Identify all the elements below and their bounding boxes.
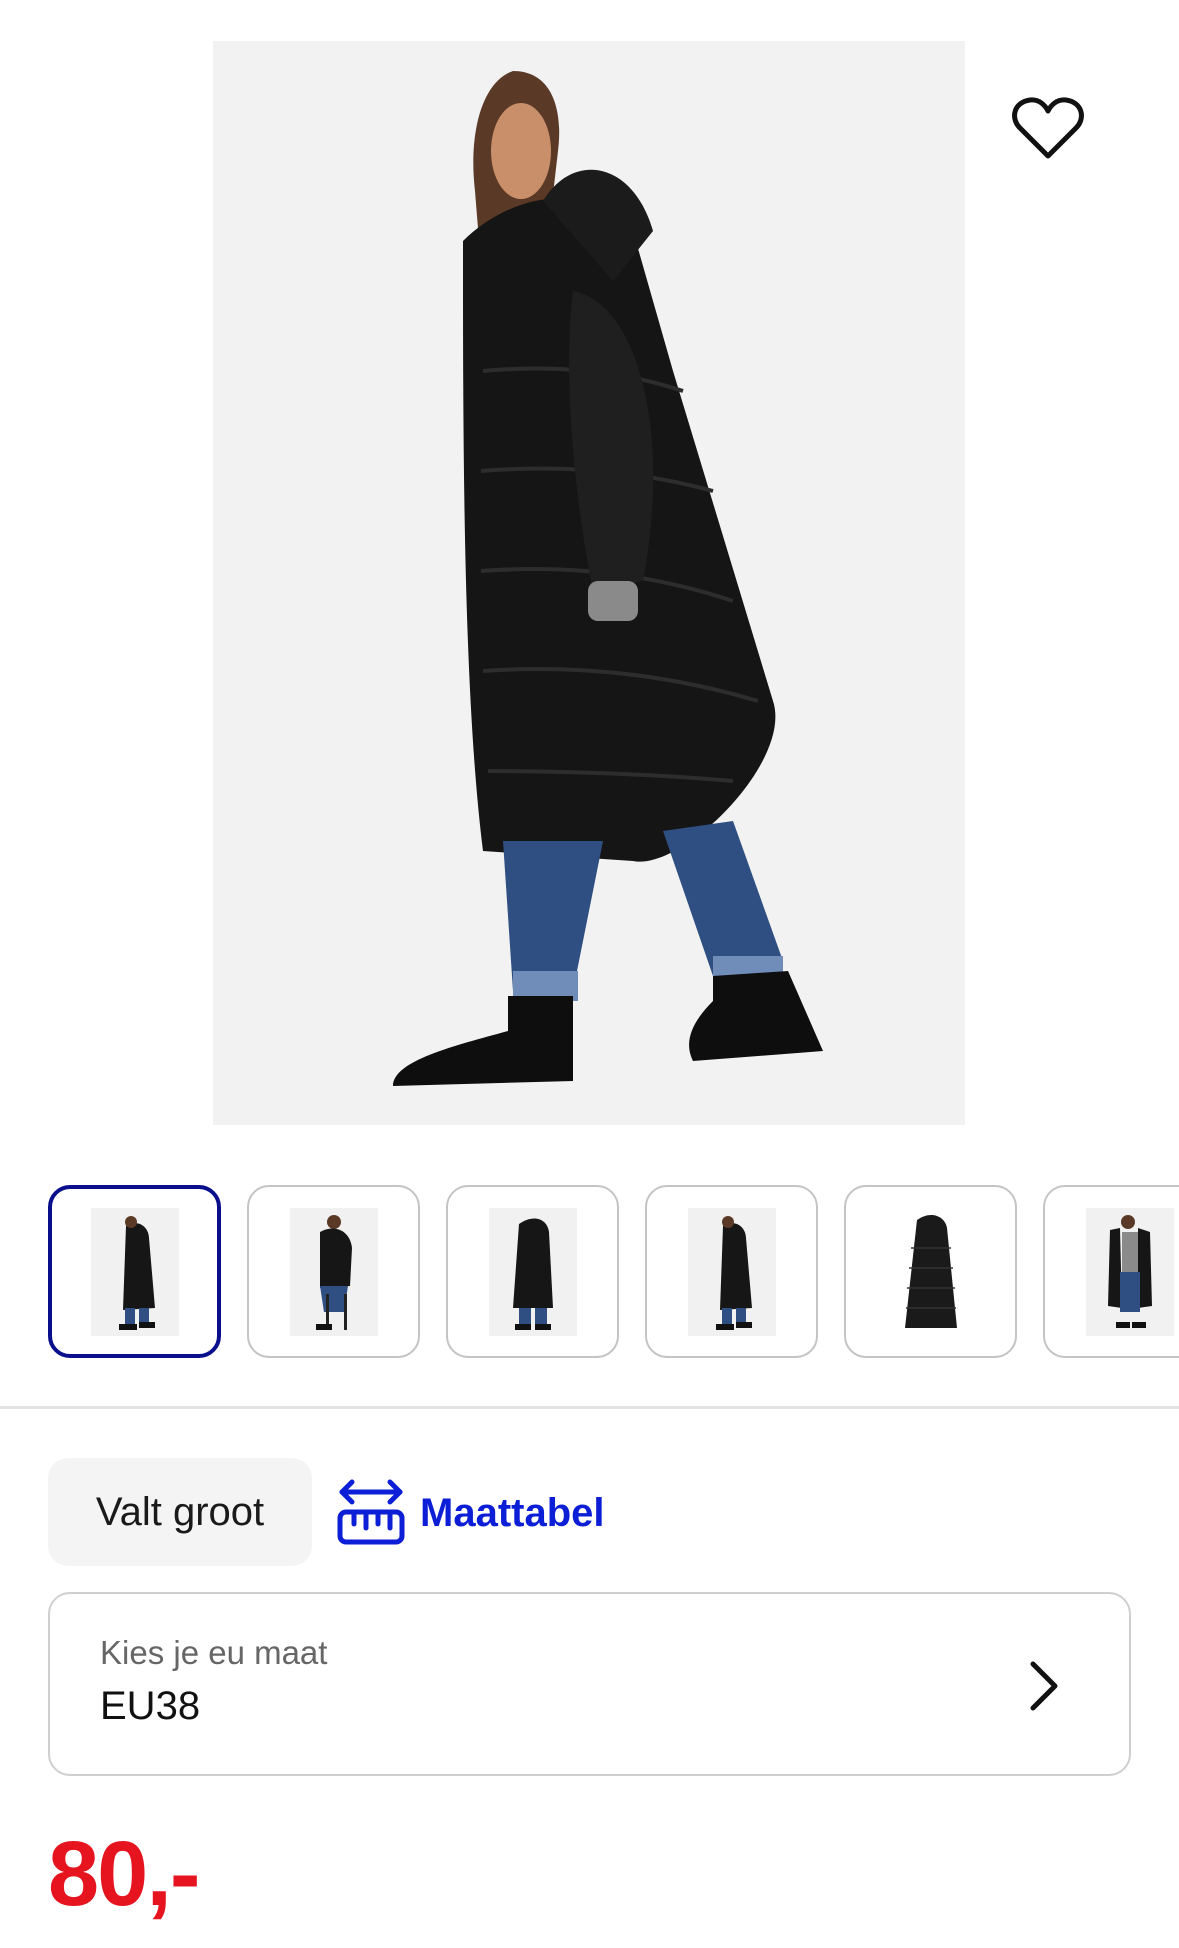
thumbnail-image — [1085, 1207, 1174, 1336]
thumbnail-2[interactable] — [247, 1185, 420, 1358]
product-page: Valt groot Maattabel Kies je eu maat EU3… — [0, 0, 1179, 1948]
heart-icon — [1012, 97, 1084, 159]
thumbnail-image — [289, 1207, 378, 1336]
product-price: 80,- — [48, 1823, 201, 1925]
size-selector-value: EU38 — [100, 1684, 201, 1728]
thumbnail-image — [488, 1207, 577, 1336]
thumbnail-4[interactable] — [645, 1185, 818, 1358]
favorite-heart-button[interactable] — [1008, 88, 1088, 168]
size-chart-label: Maattabel — [420, 1490, 605, 1535]
size-selector-caption: Kies je eu maat — [100, 1634, 328, 1671]
thumbnail-image — [687, 1207, 776, 1336]
thumbnail-5[interactable] — [844, 1185, 1017, 1358]
thumbnail-image — [90, 1207, 179, 1336]
chevron-right-icon — [1030, 1661, 1058, 1711]
fit-indicator-chip: Valt groot — [48, 1458, 312, 1566]
thumbnail-strip — [48, 1185, 1179, 1360]
ruler-icon — [337, 1479, 405, 1545]
thumbnail-6[interactable] — [1043, 1185, 1179, 1358]
coat-model-illustration — [213, 41, 965, 1125]
thumbnail-1[interactable] — [48, 1185, 221, 1358]
thumbnail-3[interactable] — [446, 1185, 619, 1358]
size-selector[interactable]: Kies je eu maat EU38 — [48, 1592, 1131, 1776]
product-image[interactable] — [213, 41, 965, 1125]
thumbnail-image — [886, 1207, 975, 1336]
fit-label: Valt groot — [95, 1489, 265, 1534]
size-chart-link[interactable]: Maattabel — [336, 1472, 605, 1554]
section-divider — [0, 1406, 1179, 1409]
